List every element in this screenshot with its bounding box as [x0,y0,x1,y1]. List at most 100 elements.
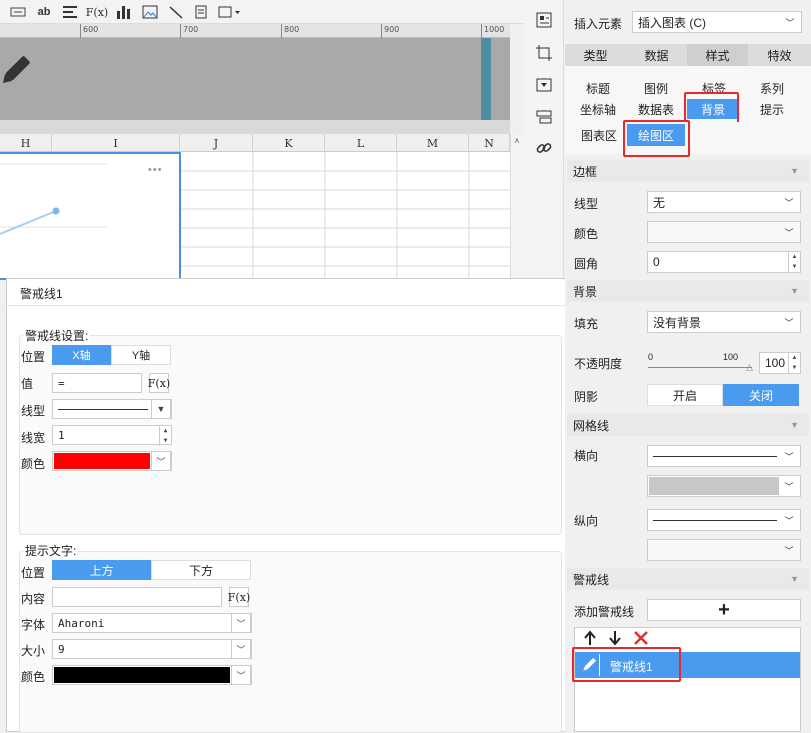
value-input[interactable]: = [52,373,142,393]
border-line-type-select[interactable]: 无 ﹀ [647,191,801,213]
subtab-series[interactable]: 系列 [743,78,801,98]
warning-line-dialog: 警戒线1 警戒线设置: 位置 X轴 Y轴 值 = F(x) 线型 ▼ 线宽 1 … [6,278,573,733]
horizontal-grid-line-select[interactable]: ﹀ [647,445,801,467]
tip-color-picker[interactable] [52,665,252,685]
delete-icon[interactable] [634,631,648,648]
x-axis-option[interactable]: X轴 [52,345,111,365]
column-k[interactable]: K [253,134,325,152]
subtab-legend[interactable]: 图例 [627,78,685,98]
opacity-slider-thumb[interactable]: △ [746,362,753,373]
size-label: 大小 [21,644,46,658]
size-select[interactable]: 9 [52,639,252,659]
vertical-scrollbar[interactable]: ∧ [510,134,524,280]
frame-dropdown-icon[interactable] [216,2,242,22]
layers-icon[interactable] [534,107,554,127]
horizontal-ruler: 600 700 800 900 1000 [0,24,510,38]
y-axis-option[interactable]: Y轴 [111,345,171,365]
gridlines-section-header[interactable]: 网格线 ▼ [567,414,809,436]
tip-position-label: 位置 [21,566,46,580]
background-section-title: 背景 [573,284,598,299]
subtab-title[interactable]: 标题 [569,78,627,98]
chevron-down-icon[interactable]: ▼ [151,399,171,419]
column-header: H I J K L M N [0,134,510,152]
chevron-down-icon: ﹀ [784,227,794,238]
gridlines-section-title: 网格线 [573,418,610,433]
align-icon[interactable] [60,2,80,22]
spreadsheet-grid[interactable] [180,152,510,280]
fill-select[interactable]: 没有背景 ﹀ [647,311,801,333]
chevron-down-icon: ﹀ [784,545,794,556]
tab-chart-area[interactable]: 图表区 [573,124,625,146]
above-option[interactable]: 上方 [52,560,151,580]
opacity-spinner[interactable]: ▲ ▼ [788,353,800,373]
vertical-grid-label: 纵向 [574,514,599,528]
page-icon[interactable] [192,2,210,22]
background-section-header[interactable]: 背景 ▼ [567,280,809,302]
content-label: 内容 [21,592,46,606]
column-n[interactable]: N [469,134,510,152]
border-line-type-value: 无 [653,195,666,210]
formula-icon[interactable]: F(x) [86,2,108,22]
font-select[interactable]: Aharoni [52,613,252,633]
chevron-down-icon[interactable]: ﹀ [231,639,251,659]
column-j[interactable]: J [180,134,253,152]
opacity-value: 100 [765,356,786,370]
column-i[interactable]: I [52,134,180,152]
chevron-down-icon: ﹀ [784,317,794,328]
opacity-slider[interactable] [648,367,752,368]
text-ab-icon[interactable]: ab [34,2,54,22]
line-width-spinner[interactable]: ▲ ▼ [159,426,171,446]
link-icon[interactable] [534,138,554,158]
content-input[interactable] [52,587,222,607]
column-m[interactable]: M [397,134,469,152]
subtab-datatable[interactable]: 数据表 [627,99,685,119]
shadow-off-option[interactable]: 关闭 [723,384,799,406]
below-option[interactable]: 下方 [151,560,251,580]
canvas-gap [0,120,510,134]
vertical-grid-line-select[interactable]: ﹀ [647,509,801,531]
insert-element-select[interactable]: 插入图表 (C) ﹀ [632,11,802,33]
crop-icon[interactable] [534,43,554,63]
tab-data[interactable]: 数据 [626,44,687,66]
tab-style[interactable]: 样式 [687,44,748,66]
textbox-icon[interactable] [8,2,28,22]
radius-spinner[interactable]: ▲ ▼ [788,252,800,272]
add-warning-line-button[interactable]: + [647,599,801,621]
value-label: 值 [21,377,34,391]
value-formula-button[interactable]: F(x) [148,373,170,393]
tab-type[interactable]: 类型 [565,44,626,66]
dropdown-widget-icon[interactable] [534,75,554,95]
bar-chart-icon[interactable] [114,2,134,22]
line-style-preview [653,519,777,521]
column-h[interactable]: H [0,134,52,152]
line-icon[interactable] [166,2,186,22]
pencil-icon [0,54,30,91]
chevron-down-icon[interactable]: ﹀ [231,613,251,633]
fill-label: 填充 [574,317,599,331]
horizontal-grid-color-select[interactable]: ﹀ [647,475,801,497]
border-section-header[interactable]: 边框 ▼ [567,160,809,182]
opacity-input[interactable]: 100 ▲ ▼ [759,352,801,374]
radius-input[interactable]: 0 ▲ ▼ [647,251,801,273]
tab-effects[interactable]: 特效 [748,44,811,66]
chart-properties-icon[interactable] [534,10,554,30]
column-l[interactable]: L [325,134,397,152]
subtab-tooltip[interactable]: 提示 [743,99,801,119]
highlight-box [684,92,739,126]
chevron-down-icon[interactable]: ﹀ [151,451,171,471]
warning-lines-section-header[interactable]: 警戒线 ▼ [567,568,809,590]
warning-lines-section-title: 警戒线 [573,572,610,587]
color-label: 颜色 [21,457,46,471]
image-icon[interactable] [140,2,160,22]
chart-preview[interactable]: ••• [0,152,181,280]
vertical-grid-color-select[interactable]: ﹀ [647,539,801,561]
shadow-on-option[interactable]: 开启 [647,384,723,406]
color-swatch-gray [649,477,779,495]
line-width-label: 线宽 [21,431,46,445]
subtab-axis[interactable]: 坐标轴 [569,99,627,119]
line-width-input[interactable]: 1 ▲ ▼ [52,425,172,446]
content-formula-button[interactable]: F(x) [228,587,250,607]
chevron-down-icon[interactable]: ﹀ [231,665,251,685]
shadow-label: 阴影 [574,390,599,404]
border-color-select[interactable]: ﹀ [647,221,801,243]
